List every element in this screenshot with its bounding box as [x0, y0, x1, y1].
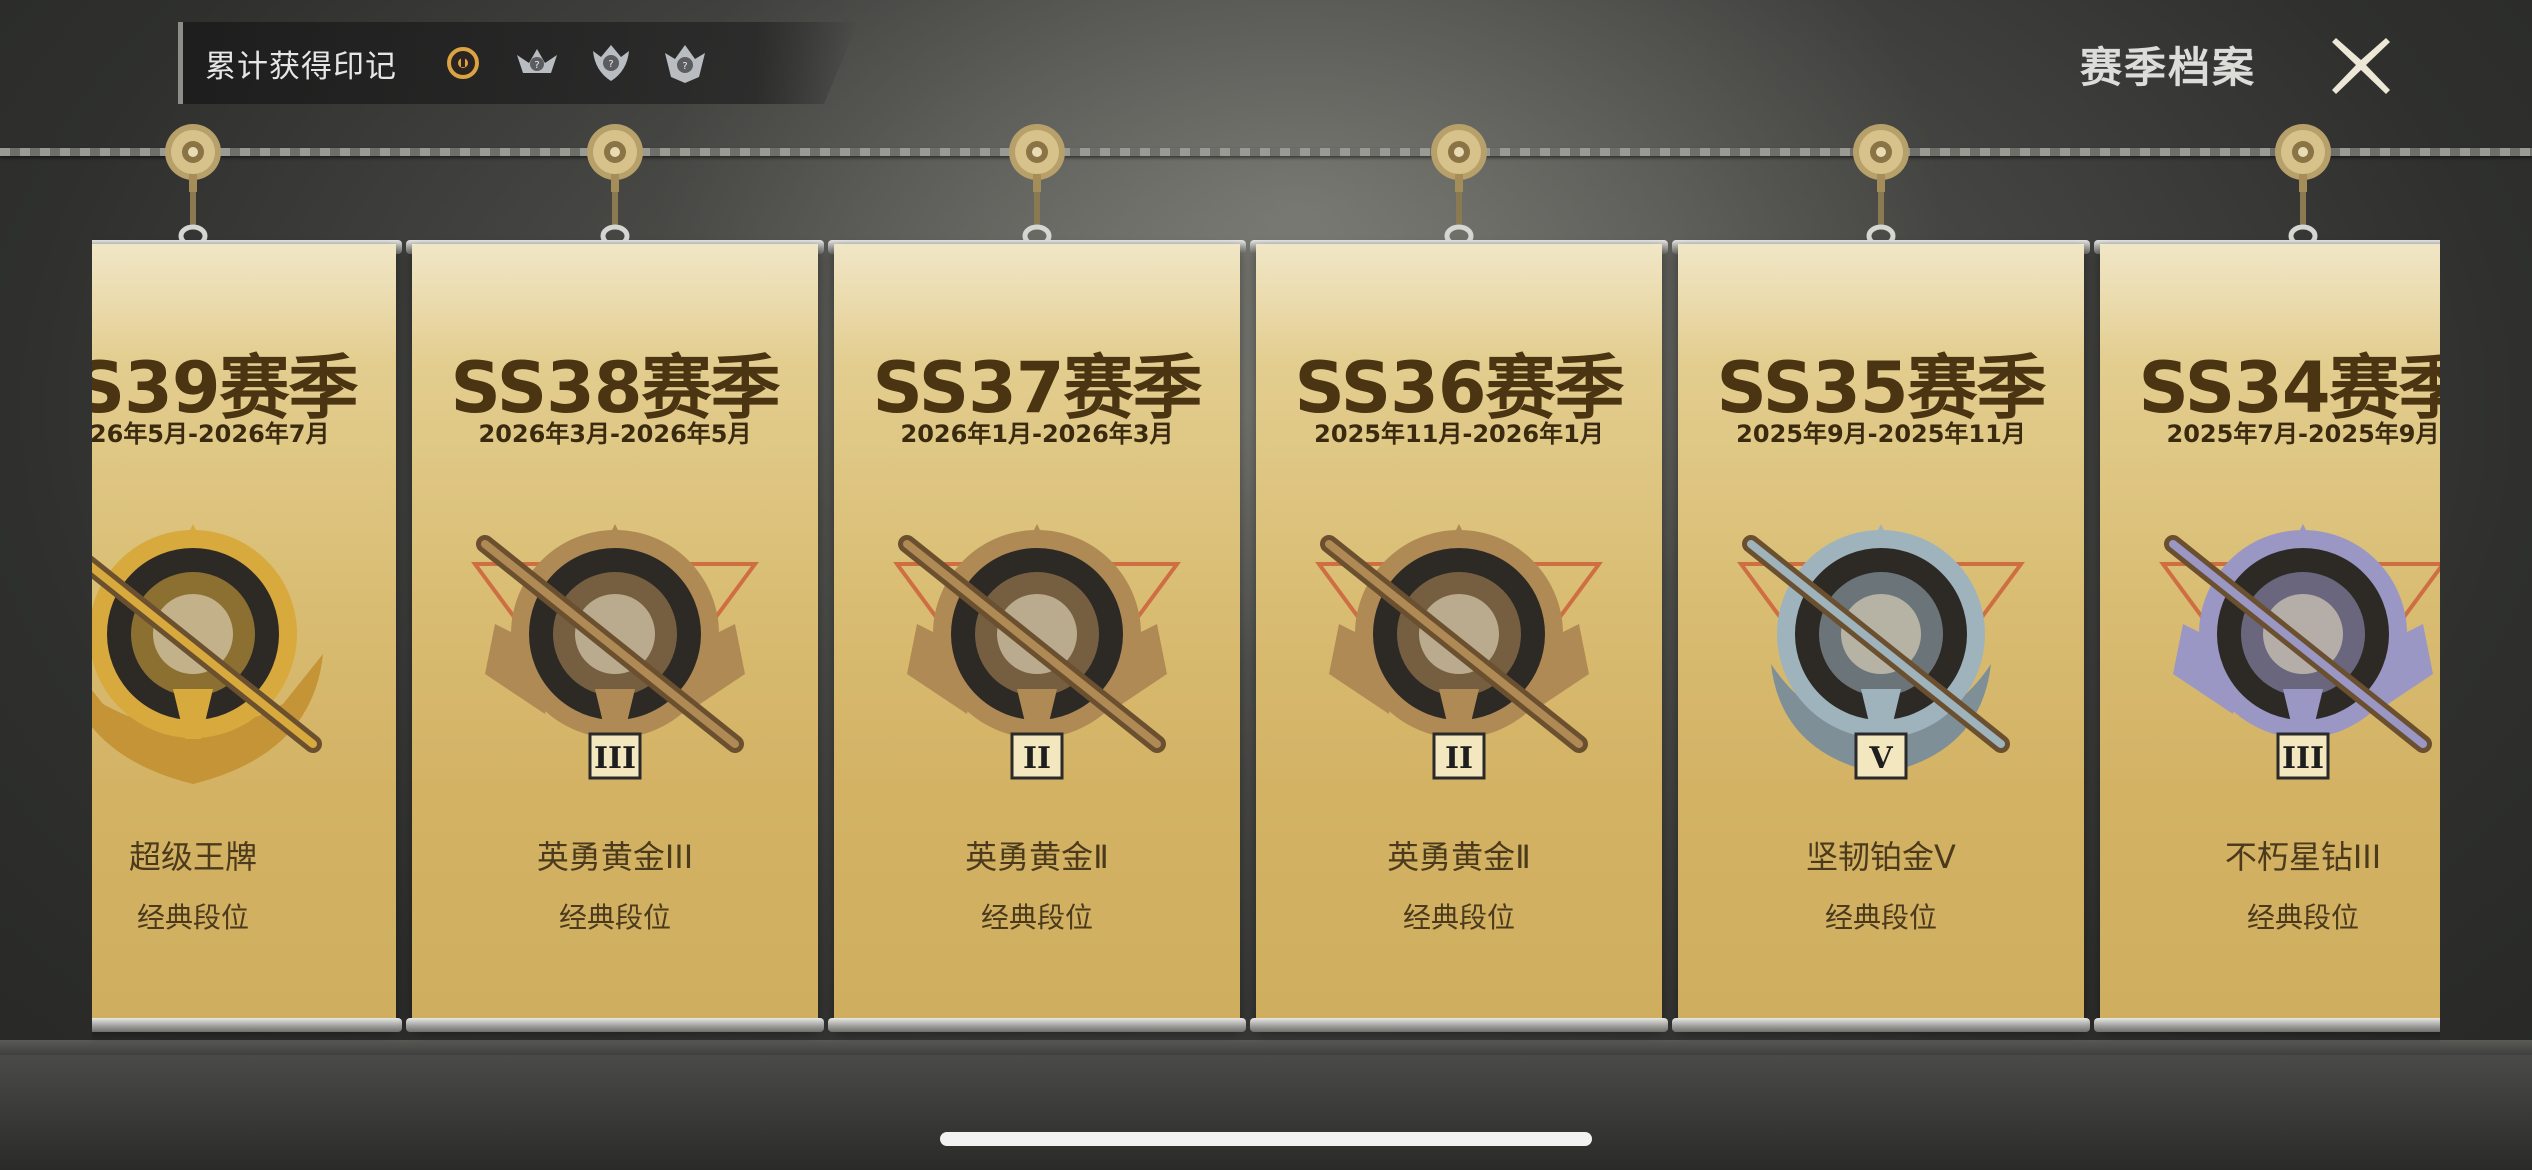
rank-type: 经典段位 — [558, 901, 671, 934]
home-indicator[interactable] — [940, 1132, 1592, 1146]
svg-text:V: V — [1868, 741, 1893, 776]
rank-name: 超级王牌 — [128, 838, 257, 876]
season-banner[interactable]: SS35赛季 2025年9月-2025年11月 V 坚韧铂金Ⅴ 经典段位 — [1678, 244, 2084, 1026]
rank-type: 经典段位 — [1402, 901, 1515, 934]
rank-name: 英勇黄金III — [536, 838, 694, 876]
season-dates: 2025年9月-2025年11月 — [1736, 420, 2026, 448]
season-dates: 2026年5月-2026年7月 — [92, 420, 330, 448]
banner-hanger-icon — [158, 118, 228, 248]
svg-text:III: III — [2282, 741, 2324, 776]
banner-hanger-icon — [2268, 118, 2338, 248]
season-dates: 2025年7月-2025年9月 — [2166, 420, 2440, 448]
banner-hanger-icon — [580, 118, 650, 248]
banner-rod — [406, 1018, 824, 1032]
rank-type: 经典段位 — [980, 901, 1093, 934]
rank-name: 英勇黄金Ⅱ — [1387, 838, 1531, 876]
banner-hanger-icon — [1846, 118, 1916, 248]
svg-text:II: II — [1445, 741, 1473, 776]
season-dates: 2026年1月-2026年3月 — [900, 420, 1174, 448]
season-banner-list[interactable]: SS39赛季2026年5月-2026年7月超级王牌经典段位SS38赛季2026年… — [92, 0, 2440, 1170]
banner-hanger-icon — [1002, 118, 1072, 248]
banner-rod — [1672, 1018, 2090, 1032]
banner-rod — [92, 1018, 402, 1032]
banner-rod — [1250, 1018, 1668, 1032]
rank-type: 经典段位 — [136, 901, 249, 934]
banner-rod — [828, 1018, 1246, 1032]
season-dates: 2025年11月-2026年1月 — [1314, 420, 1604, 448]
rank-type: 经典段位 — [1824, 901, 1937, 934]
rank-name: 英勇黄金Ⅱ — [965, 838, 1109, 876]
season-dates: 2026年3月-2026年5月 — [478, 420, 752, 448]
svg-text:III: III — [594, 741, 636, 776]
rank-medal-icon — [92, 504, 363, 804]
season-banner[interactable]: SS39赛季2026年5月-2026年7月超级王牌经典段位 — [92, 244, 396, 1026]
rank-medal-icon: II — [1289, 504, 1629, 804]
season-banner[interactable]: SS34赛季 2025年7月-2025年9月 III 不朽星钻III 经典段位 — [2100, 244, 2440, 1026]
rank-name: 不朽星钻III — [2224, 838, 2382, 876]
rank-type: 经典段位 — [2246, 901, 2359, 934]
rank-medal-icon: III — [445, 504, 785, 804]
svg-text:II: II — [1023, 741, 1051, 776]
rank-medal-icon: II — [867, 504, 1207, 804]
rank-medal-icon: III — [2133, 504, 2440, 804]
season-banner[interactable]: SS37赛季 2026年1月-2026年3月 II 英勇黄金Ⅱ 经典段位 — [834, 244, 1240, 1026]
season-banner[interactable]: SS38赛季 2026年3月-2026年5月 III 英勇黄金III 经典段位 — [412, 244, 818, 1026]
banner-rod — [2094, 1018, 2440, 1032]
banner-hanger-icon — [1424, 118, 1494, 248]
rank-name: 坚韧铂金Ⅴ — [1806, 838, 1956, 876]
season-banner[interactable]: SS36赛季 2025年11月-2026年1月 II 英勇黄金Ⅱ 经典段位 — [1256, 244, 1662, 1026]
rank-medal-icon: V — [1711, 504, 2051, 804]
